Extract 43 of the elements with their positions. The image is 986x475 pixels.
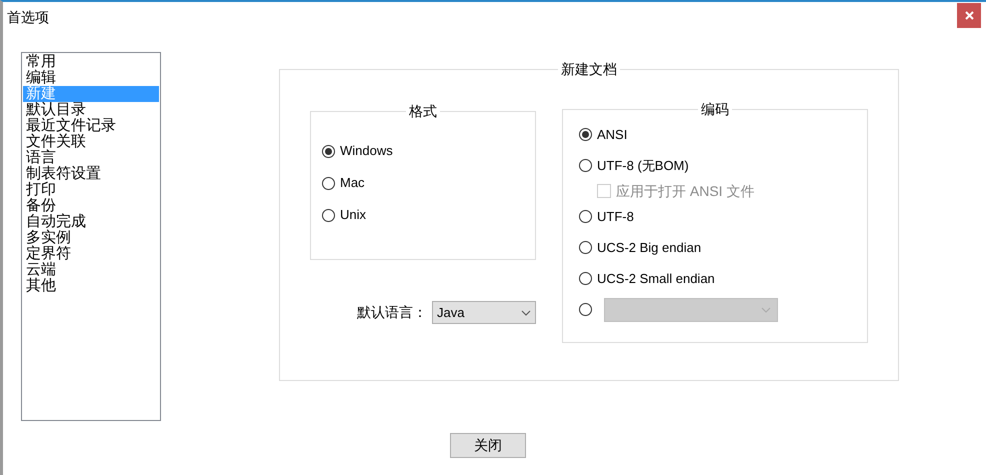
radio-button[interactable] [322, 208, 335, 222]
group-title: 编码 [700, 100, 730, 119]
checkbox-label: 应用于打开 ANSI 文件 [616, 182, 754, 200]
radio-button[interactable] [322, 176, 335, 190]
radio-label: Windows [340, 142, 393, 160]
category-item[interactable]: 常用 [23, 54, 159, 70]
category-item[interactable]: 备份 [23, 198, 159, 214]
radio-label: UTF-8 (无BOM) [597, 156, 689, 175]
category-item[interactable]: 云端 [23, 262, 159, 278]
chevron-down-icon [521, 310, 531, 316]
group-title: 格式 [408, 102, 438, 121]
radio-label: Mac [340, 174, 365, 192]
radio-button[interactable] [579, 159, 592, 172]
radio-button[interactable] [579, 272, 592, 285]
default-language-label: 默认语言： [357, 303, 428, 322]
category-item[interactable]: 默认目录 [23, 102, 159, 118]
category-item[interactable]: 多实例 [23, 230, 159, 246]
category-item[interactable]: 制表符设置 [23, 166, 159, 182]
radio-button[interactable] [579, 210, 592, 223]
category-item[interactable]: 定界符 [23, 246, 159, 262]
category-item[interactable]: 文件关联 [23, 134, 159, 150]
category-item[interactable]: 自动完成 [23, 214, 159, 230]
chevron-down-icon [761, 306, 771, 312]
close-icon [964, 11, 974, 20]
radio-label: UCS-2 Big endian [597, 238, 702, 257]
category-item[interactable]: 编辑 [23, 70, 159, 86]
radio-button[interactable] [579, 241, 592, 254]
window-title: 首选项 [7, 8, 49, 26]
radio-button[interactable] [579, 128, 592, 141]
radio-label: UCS-2 Small endian [597, 270, 715, 288]
radio-label: Unix [340, 206, 366, 224]
radio-label: ANSI [597, 126, 628, 144]
radio-button[interactable] [322, 144, 335, 158]
group-title: 新建文档 [560, 60, 618, 79]
category-list[interactable]: 常用 编辑 新建 默认目录 最近文件记录 文件关联 语言 制表符设置 打印 备份 自动完成 多实例 定界符 云端 其他 [21, 52, 161, 421]
close-dialog-button[interactable]: 关闭 [450, 433, 526, 458]
category-item[interactable]: 最近文件记录 [23, 118, 159, 134]
category-item[interactable]: 语言 [23, 150, 159, 166]
close-button[interactable] [957, 3, 981, 28]
language-dropdown[interactable]: Java [432, 301, 536, 324]
category-item[interactable]: 打印 [23, 182, 159, 198]
category-item[interactable]: 其他 [23, 278, 159, 294]
radio-label: UTF-8 [597, 208, 634, 226]
